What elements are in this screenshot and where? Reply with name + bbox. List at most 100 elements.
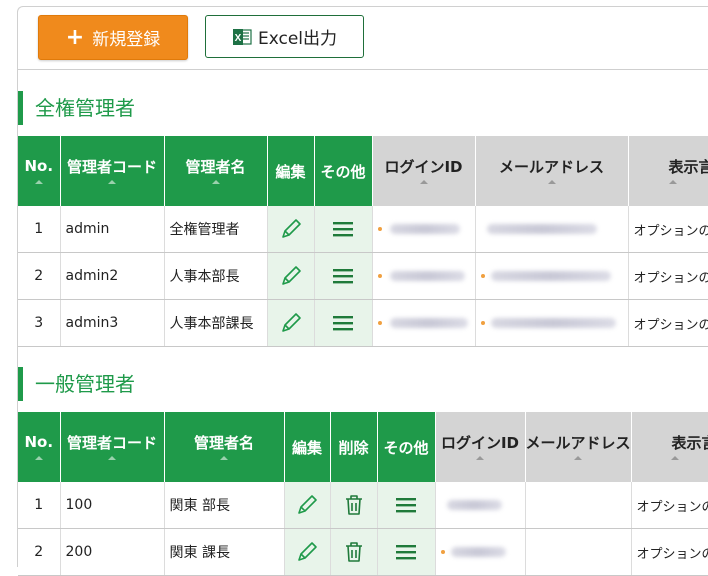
column-header-admin-code[interactable]: 管理者コード: [60, 412, 165, 482]
other-cell: [377, 528, 436, 576]
admin-code-cell: admin2: [60, 252, 165, 300]
sort-icon: [211, 180, 220, 184]
display-language-cell: オプションの設: [628, 206, 708, 253]
admin-code-cell: admin: [60, 206, 165, 253]
column-header-admin-name[interactable]: 管理者名: [164, 412, 285, 482]
column-header-login-id[interactable]: ログインID: [435, 412, 526, 482]
table-row: 3 admin3 人事本部課長 オプションの設: [18, 299, 708, 347]
table-header-row: No. 管理者コード 管理者名 編集 その他 ログインID メールアドレス 表示…: [18, 136, 708, 206]
sort-icon: [669, 180, 677, 184]
admin-name-cell: 全権管理者: [164, 206, 268, 253]
pencil-icon[interactable]: [279, 217, 303, 241]
delete-cell: [330, 528, 378, 576]
other-cell: [314, 299, 373, 347]
admin-name-cell: 関東 課長: [164, 528, 285, 576]
edit-cell: [284, 482, 331, 529]
pencil-icon[interactable]: [279, 311, 303, 335]
sort-icon: [220, 456, 228, 460]
admin-code-cell: admin3: [60, 299, 165, 347]
column-header-display-language[interactable]: 表示言: [628, 136, 708, 206]
email-cell: [475, 299, 629, 347]
section-title-full-admin: 全権管理者: [18, 91, 135, 125]
column-header-no[interactable]: No.: [18, 412, 61, 482]
svg-text:X: X: [235, 33, 242, 44]
new-registration-button[interactable]: + 新規登録: [38, 15, 188, 60]
column-header-admin-code[interactable]: 管理者コード: [60, 136, 165, 206]
edit-cell: [267, 206, 315, 253]
new-registration-label: 新規登録: [92, 30, 161, 50]
login-id-cell: [372, 206, 476, 253]
column-header-login-id[interactable]: ログインID: [372, 136, 476, 206]
pencil-icon[interactable]: [279, 264, 303, 288]
table-row: 2 admin2 人事本部長 オプションの設: [18, 252, 708, 300]
table-row: 2 200 関東 課長 オプションの設: [18, 528, 708, 576]
email-cell: [525, 528, 632, 576]
column-header-delete: 削除: [330, 412, 378, 482]
email-cell: [475, 206, 629, 253]
row-number: 2: [18, 252, 61, 300]
admin-name-cell: 人事本部課長: [164, 299, 268, 347]
sort-icon: [574, 456, 582, 460]
row-number: 1: [18, 482, 61, 529]
toolbar-divider: [18, 69, 708, 70]
admin-code-cell: 100: [60, 482, 165, 529]
admin-name-cell: 人事本部長: [164, 252, 268, 300]
column-header-display-language[interactable]: 表示言: [631, 412, 708, 482]
edit-cell: [284, 528, 331, 576]
sort-icon: [108, 180, 116, 184]
sort-icon: [34, 180, 43, 184]
other-cell: [377, 482, 436, 529]
sort-icon: [547, 180, 556, 184]
login-id-cell: [372, 299, 476, 347]
hamburger-menu-icon[interactable]: [395, 543, 417, 561]
display-language-cell: オプションの設: [631, 482, 708, 529]
general-admin-table: No. 管理者コード 管理者名 編集 削除 その他 ログインID メールアドレス…: [18, 412, 708, 576]
other-cell: [314, 206, 373, 253]
trash-icon[interactable]: [343, 493, 365, 517]
pencil-icon[interactable]: [295, 540, 319, 564]
admin-code-cell: 200: [60, 528, 165, 576]
row-number: 2: [18, 528, 61, 576]
admin-name-cell: 関東 部長: [164, 482, 285, 529]
edit-cell: [267, 252, 315, 300]
hamburger-menu-icon[interactable]: [395, 496, 417, 514]
column-header-edit: 編集: [284, 412, 331, 482]
column-header-email[interactable]: メールアドレス: [525, 412, 632, 482]
login-id-cell: [372, 252, 476, 300]
plus-icon: +: [65, 24, 85, 50]
row-number: 1: [18, 206, 61, 253]
excel-export-button[interactable]: X Excel出力: [205, 15, 364, 58]
email-cell: [525, 482, 632, 529]
excel-export-label: Excel出力: [257, 29, 338, 49]
sort-icon: [419, 180, 428, 184]
sort-icon: [670, 456, 679, 460]
table-row: 1 admin 全権管理者 オプションの設: [18, 206, 708, 253]
login-id-cell: [435, 528, 526, 576]
column-header-edit: 編集: [267, 136, 315, 206]
other-cell: [314, 252, 373, 300]
column-header-other: その他: [377, 412, 436, 482]
row-number: 3: [18, 299, 61, 347]
sort-icon: [476, 456, 484, 460]
sort-icon: [108, 456, 116, 460]
column-header-admin-name[interactable]: 管理者名: [164, 136, 268, 206]
display-language-cell: オプションの設: [628, 252, 708, 300]
hamburger-menu-icon[interactable]: [332, 314, 354, 332]
column-header-email[interactable]: メールアドレス: [475, 136, 629, 206]
trash-icon[interactable]: [343, 540, 365, 564]
hamburger-menu-icon[interactable]: [332, 220, 354, 238]
display-language-cell: オプションの設: [628, 299, 708, 347]
hamburger-menu-icon[interactable]: [332, 267, 354, 285]
column-header-other: その他: [314, 136, 373, 206]
delete-cell: [330, 482, 378, 529]
login-id-cell: [435, 482, 526, 529]
full-admin-table: No. 管理者コード 管理者名 編集 その他 ログインID メールアドレス 表示…: [18, 136, 708, 347]
email-cell: [475, 252, 629, 300]
table-row: 1 100 関東 部長 オプションの設: [18, 482, 708, 529]
table-header-row: No. 管理者コード 管理者名 編集 削除 その他 ログインID メールアドレス…: [18, 412, 708, 482]
sort-icon: [34, 456, 43, 460]
column-header-no[interactable]: No.: [18, 136, 61, 206]
edit-cell: [267, 299, 315, 347]
excel-icon: X: [232, 28, 252, 45]
pencil-icon[interactable]: [295, 493, 319, 517]
